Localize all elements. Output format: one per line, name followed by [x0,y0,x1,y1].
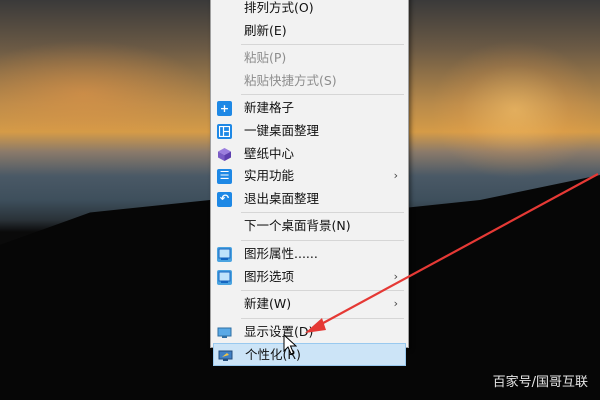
mouse-cursor-icon [283,334,297,355]
annotation-arrow [305,173,599,333]
watermark-text: 百家号/国哥互联 [492,375,588,390]
